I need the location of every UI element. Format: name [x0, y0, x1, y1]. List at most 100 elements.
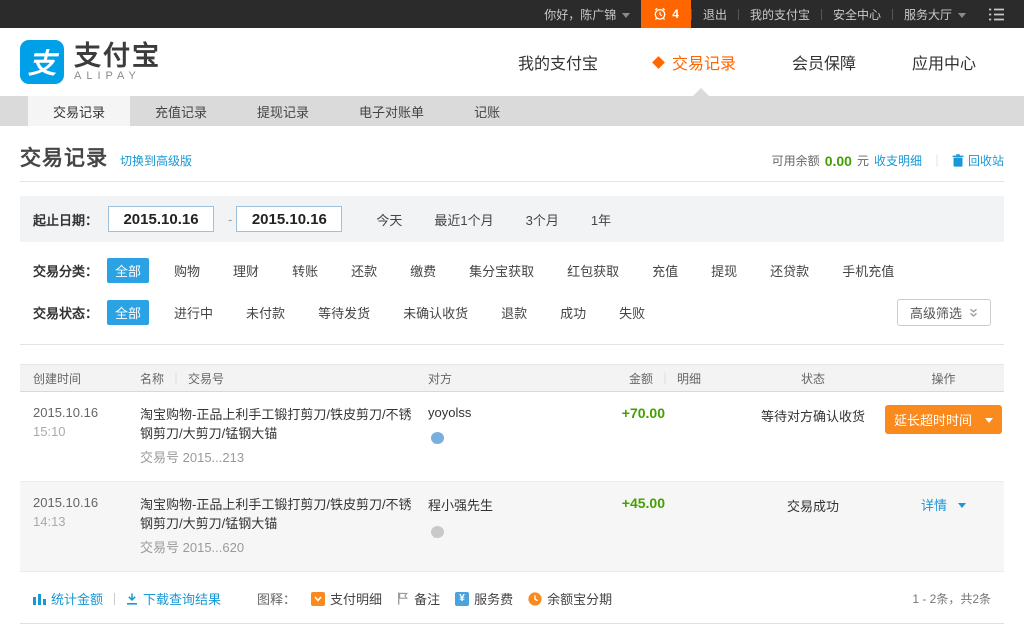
quick-range-today[interactable]: 今天: [376, 210, 402, 229]
note-flag-icon: [397, 592, 409, 605]
header-amount-detail: 金额｜明细: [583, 370, 743, 387]
legend-item: 支付明细: [311, 589, 382, 608]
footer-bar: 统计金额 下载查询结果 图释： 支付明细 备注 ¥ 服务费: [20, 572, 1004, 608]
status-chip[interactable]: 等待发货: [310, 300, 378, 325]
tab-bookkeeping[interactable]: 记账: [449, 96, 525, 126]
table-header: 创建时间 名称｜交易号 对方 金额｜明细 状态 操作: [20, 364, 1004, 392]
chat-bubble-icon[interactable]: [431, 526, 444, 538]
product-name: 淘宝购物-正品上利手工锻打剪刀/铁皮剪刀/不锈钢剪刀/大剪刀/锰钢大锚: [140, 495, 415, 533]
yuebao-installment-icon: [528, 592, 542, 606]
legend-item: ¥ 服务费: [455, 589, 513, 608]
nav-item-my-alipay[interactable]: 我的支付宝: [490, 28, 626, 96]
tab-recharge-records[interactable]: 充值记录: [130, 96, 232, 126]
chevron-down-icon: [985, 418, 993, 423]
status-chip[interactable]: 失败: [611, 300, 653, 325]
nav-item-transactions[interactable]: 交易记录: [626, 28, 764, 96]
service-hall-menu[interactable]: 服务大厅: [893, 0, 977, 28]
logo-en-text: ALIPAY: [74, 70, 161, 83]
page-title: 交易记录: [20, 142, 108, 172]
extend-timeout-button[interactable]: 延长超时时间: [885, 405, 1002, 434]
amount-value: +70.00: [622, 405, 743, 466]
transaction-number: 交易号 2015...213: [140, 447, 415, 466]
user-greeting-menu[interactable]: 你好， 陈广锦: [533, 0, 641, 28]
category-chip[interactable]: 缴费: [402, 258, 444, 283]
statement-link[interactable]: 收支明细: [874, 152, 922, 169]
status-text: 交易成功: [743, 495, 883, 556]
recycle-bin-link[interactable]: 回收站: [952, 152, 1004, 169]
category-chip[interactable]: 集分宝获取: [461, 258, 542, 283]
category-chip[interactable]: 充值: [644, 258, 686, 283]
main-nav: 我的支付宝 交易记录 会员保障 应用中心: [490, 28, 1004, 96]
date-to-input[interactable]: [236, 206, 342, 232]
counterparty-name: yoyolss: [428, 405, 583, 420]
table-row: 2015.10.16 15:10 淘宝购物-正品上利手工锻打剪刀/铁皮剪刀/不锈…: [20, 392, 1004, 482]
legend-item: 备注: [397, 589, 440, 608]
list-menu-icon: [988, 8, 1005, 21]
alipay-logo[interactable]: 支 支付宝 ALIPAY: [20, 40, 161, 84]
category-chip[interactable]: 还贷款: [762, 258, 817, 283]
status-filter-row: 交易状态： 全部 进行中 未付款 等待发货 未确认收货 退款 成功 失败 高级筛…: [20, 283, 1004, 326]
quick-range-1year[interactable]: 1年: [591, 210, 611, 229]
status-chip[interactable]: 未确认收货: [395, 300, 476, 325]
service-hall-label: 服务大厅: [904, 6, 952, 23]
header-action: 操作: [883, 370, 1004, 387]
legend-item: 余额宝分期: [528, 589, 612, 608]
row-time: 14:13: [33, 514, 127, 529]
pagination-count: 1 - 2条，共2条: [912, 590, 991, 607]
quick-range-1month[interactable]: 最近1个月: [434, 210, 493, 229]
notifications-badge[interactable]: 4: [641, 0, 691, 28]
category-chip[interactable]: 红包获取: [559, 258, 627, 283]
category-chip[interactable]: 提现: [703, 258, 745, 283]
date-dash: -: [228, 212, 232, 227]
status-chip[interactable]: 进行中: [166, 300, 221, 325]
tab-withdraw-records[interactable]: 提现记录: [232, 96, 334, 126]
row-date: 2015.10.16: [33, 405, 127, 420]
category-filter-row: 交易分类： 全部 购物 理财 转账 还款 缴费 集分宝获取 红包获取 充值 提现…: [20, 242, 1004, 283]
detail-link[interactable]: 详情: [921, 495, 966, 514]
category-chip[interactable]: 理财: [225, 258, 267, 283]
diamond-icon: [652, 56, 665, 69]
date-filter-row: 起止日期： - 今天 最近1个月 3个月 1年: [20, 196, 1004, 242]
tab-transaction-records[interactable]: 交易记录: [28, 96, 130, 126]
status-chip-all[interactable]: 全部: [107, 300, 149, 325]
tab-e-statement[interactable]: 电子对账单: [334, 96, 449, 126]
category-chip[interactable]: 转账: [284, 258, 326, 283]
record-tabbar: 交易记录 充值记录 提现记录 电子对账单 记账: [0, 96, 1024, 126]
transaction-number: 交易号 2015...620: [140, 537, 415, 556]
download-results-link[interactable]: 下载查询结果: [126, 589, 221, 608]
date-from-input[interactable]: [108, 206, 214, 232]
nav-item-member-protection[interactable]: 会员保障: [764, 28, 884, 96]
alipay-logo-icon: 支: [20, 40, 64, 84]
trash-icon: [952, 154, 964, 167]
category-chip[interactable]: 购物: [166, 258, 208, 283]
my-alipay-link[interactable]: 我的支付宝: [739, 0, 821, 28]
header-created: 创建时间: [20, 370, 127, 387]
category-chip[interactable]: 还款: [343, 258, 385, 283]
category-label: 交易分类：: [33, 261, 98, 280]
status-chip[interactable]: 退款: [493, 300, 535, 325]
logout-link[interactable]: 退出: [692, 0, 738, 28]
status-text: 等待对方确认收货: [743, 405, 883, 466]
filter-section: 起止日期： - 今天 最近1个月 3个月 1年 交易分类： 全部 购物 理财 转…: [20, 196, 1004, 345]
logo-cn-text: 支付宝: [74, 42, 161, 70]
site-header: 支 支付宝 ALIPAY 我的支付宝 交易记录 会员保障 应用中心: [0, 28, 1024, 96]
counterparty-name: 程小强先生: [428, 495, 583, 514]
stats-amount-link[interactable]: 统计金额: [33, 589, 103, 608]
advanced-filter-button[interactable]: 高级筛选: [897, 299, 991, 326]
security-center-link[interactable]: 安全中心: [822, 0, 892, 28]
category-chip-all[interactable]: 全部: [107, 258, 149, 283]
switch-advanced-link[interactable]: 切换到高级版: [120, 152, 192, 169]
chevron-down-icon: [958, 13, 966, 18]
quick-range-3months[interactable]: 3个月: [526, 210, 559, 229]
balance-label: 可用余额: [772, 152, 820, 169]
balance-value: 0.00: [825, 153, 852, 169]
status-chip[interactable]: 未付款: [238, 300, 293, 325]
notification-count: 4: [672, 7, 679, 21]
category-chip[interactable]: 手机充值: [834, 258, 902, 283]
double-chevron-down-icon: [969, 308, 978, 318]
nav-item-app-center[interactable]: 应用中心: [884, 28, 1004, 96]
site-list-menu[interactable]: [977, 0, 1016, 28]
status-chip[interactable]: 成功: [552, 300, 594, 325]
balance-unit: 元: [857, 152, 869, 169]
chat-bubble-icon[interactable]: [431, 432, 444, 444]
